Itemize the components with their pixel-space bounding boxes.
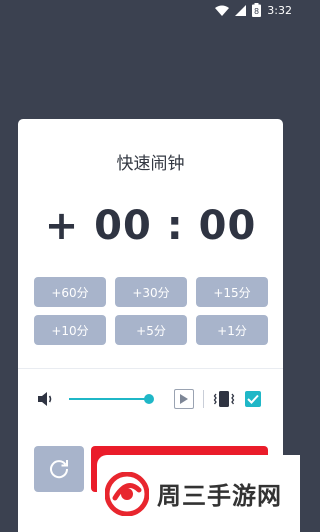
dialog-title: 快速闹钟	[116, 154, 185, 174]
signal-icon	[235, 4, 247, 16]
reset-button[interactable]	[34, 446, 84, 492]
preset-10-button[interactable]: +10分	[34, 315, 106, 345]
play-icon	[180, 394, 188, 404]
vibrate-icon	[213, 390, 235, 412]
preset-60-button[interactable]: +60分	[34, 277, 106, 307]
play-preview-button[interactable]	[174, 389, 194, 409]
watermark-text: 周三手游网	[157, 482, 282, 510]
divider	[18, 368, 283, 369]
battery-icon: 8	[252, 3, 262, 17]
preset-grid: +60分 +30分 +15分 +10分 +5分 +1分	[34, 277, 268, 345]
controls-separator	[203, 390, 204, 408]
wifi-icon	[215, 5, 230, 16]
status-time: 3:32	[267, 3, 292, 17]
time-display: + 00 : 00	[44, 203, 257, 249]
volume-icon[interactable]	[37, 391, 55, 411]
check-icon	[247, 394, 259, 404]
volume-slider-thumb[interactable]	[143, 394, 154, 404]
refresh-icon	[50, 460, 69, 479]
battery-level-text: 8	[254, 7, 259, 16]
vibrate-checkbox[interactable]	[245, 391, 261, 407]
preset-5-button[interactable]: +5分	[115, 315, 187, 345]
status-bar: 8 3:32	[0, 0, 300, 20]
watermark-logo	[105, 471, 149, 516]
preset-15-button[interactable]: +15分	[196, 277, 268, 307]
volume-slider-track[interactable]	[69, 398, 153, 400]
preset-30-button[interactable]: +30分	[115, 277, 187, 307]
preset-1-button[interactable]: +1分	[196, 315, 268, 345]
sound-controls	[18, 387, 283, 411]
watermark: 周三手游网	[97, 455, 300, 532]
